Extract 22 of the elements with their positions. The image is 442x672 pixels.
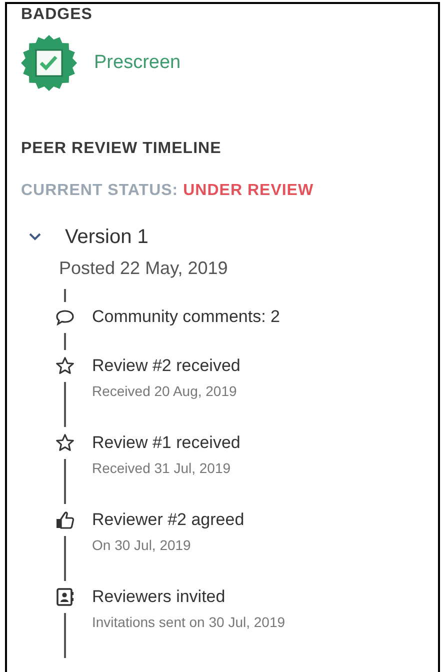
star-icon bbox=[55, 433, 75, 453]
star-icon bbox=[55, 356, 75, 376]
badge-label: Prescreen bbox=[94, 50, 181, 75]
section-heading: BADGES bbox=[21, 5, 94, 25]
event-title: Reviewers invited bbox=[92, 586, 226, 608]
contact-card-icon bbox=[55, 587, 75, 607]
event-title: Community comments: 2 bbox=[92, 306, 280, 328]
event-title: Review #1 received bbox=[92, 432, 240, 454]
section-heading: PEER REVIEW TIMELINE bbox=[21, 139, 222, 159]
event-title: Review #2 received bbox=[92, 355, 240, 377]
event-detail: Received 20 Aug, 2019 bbox=[92, 382, 238, 401]
badge-icon bbox=[21, 35, 77, 91]
event-detail: Received 31 Jul, 2019 bbox=[92, 459, 232, 478]
posted-date: Posted 22 May, 2019 bbox=[59, 257, 229, 280]
speech-bubble-icon bbox=[55, 307, 75, 327]
status-label: CURRENT STATUS: bbox=[21, 181, 178, 201]
version-title: Version 1 bbox=[65, 225, 148, 250]
event-detail: Invitations sent on 30 Jul, 2019 bbox=[92, 613, 286, 632]
status-value: UNDER REVIEW bbox=[183, 181, 314, 201]
event-title: Reviewer #2 agreed bbox=[92, 509, 244, 531]
thumbs-up-icon bbox=[55, 510, 75, 530]
event-detail: On 30 Jul, 2019 bbox=[92, 536, 192, 555]
